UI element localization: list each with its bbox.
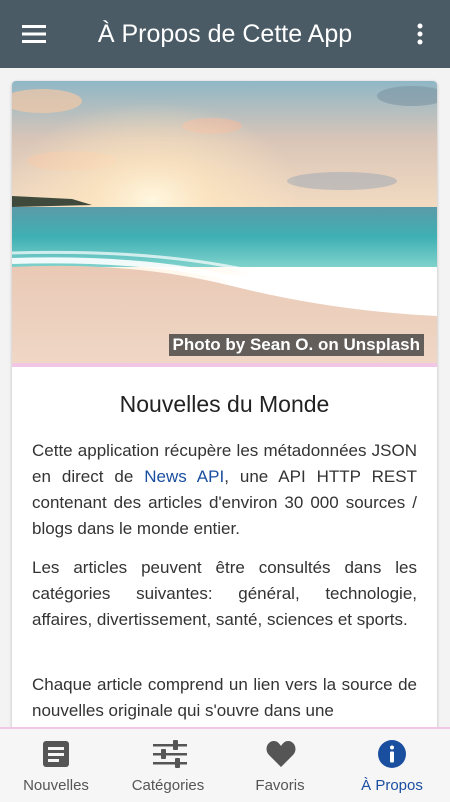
- heart-icon: [265, 739, 296, 769]
- content-area[interactable]: Photo by Sean O. on Unsplash Nouvelles d…: [0, 68, 450, 727]
- description-paragraph-3: Chaque article comprend un lien vers la …: [32, 675, 417, 720]
- nav-label-a-propos: À Propos: [361, 777, 423, 794]
- nav-label-categories: Catégories: [131, 777, 205, 794]
- news-api-link[interactable]: News API: [144, 467, 224, 486]
- info-icon: [377, 739, 407, 769]
- card-title: Nouvelles du Monde: [119, 391, 330, 417]
- description-paragraph-1: Cette application récupère les métadonné…: [32, 438, 417, 542]
- nav-item-categories[interactable]: Catégories: [112, 729, 224, 802]
- article-icon: [41, 739, 71, 769]
- bottom-navigation: Nouvelles Catégories Favoris À Propos: [0, 727, 450, 802]
- about-card: Photo by Sean O. on Unsplash Nouvelles d…: [12, 81, 437, 727]
- sliders-icon: [153, 739, 187, 769]
- nav-item-favoris[interactable]: Favoris: [224, 729, 336, 802]
- hero-image: Photo by Sean O. on Unsplash: [12, 81, 437, 365]
- page-title: À Propos de Cette App: [97, 20, 353, 48]
- description-paragraph-2: Les articles peuvent être consultés dans…: [32, 558, 417, 629]
- nav-item-a-propos[interactable]: À Propos: [336, 729, 448, 802]
- nav-item-nouvelles[interactable]: Nouvelles: [0, 729, 112, 802]
- divider: [12, 363, 437, 367]
- nav-label-nouvelles: Nouvelles: [23, 777, 89, 794]
- more-vertical-icon[interactable]: [414, 22, 426, 46]
- photo-credit: Photo by Sean O. on Unsplash: [168, 334, 424, 356]
- nav-label-favoris: Favoris: [255, 777, 305, 794]
- app-bar: À Propos de Cette App: [0, 0, 450, 68]
